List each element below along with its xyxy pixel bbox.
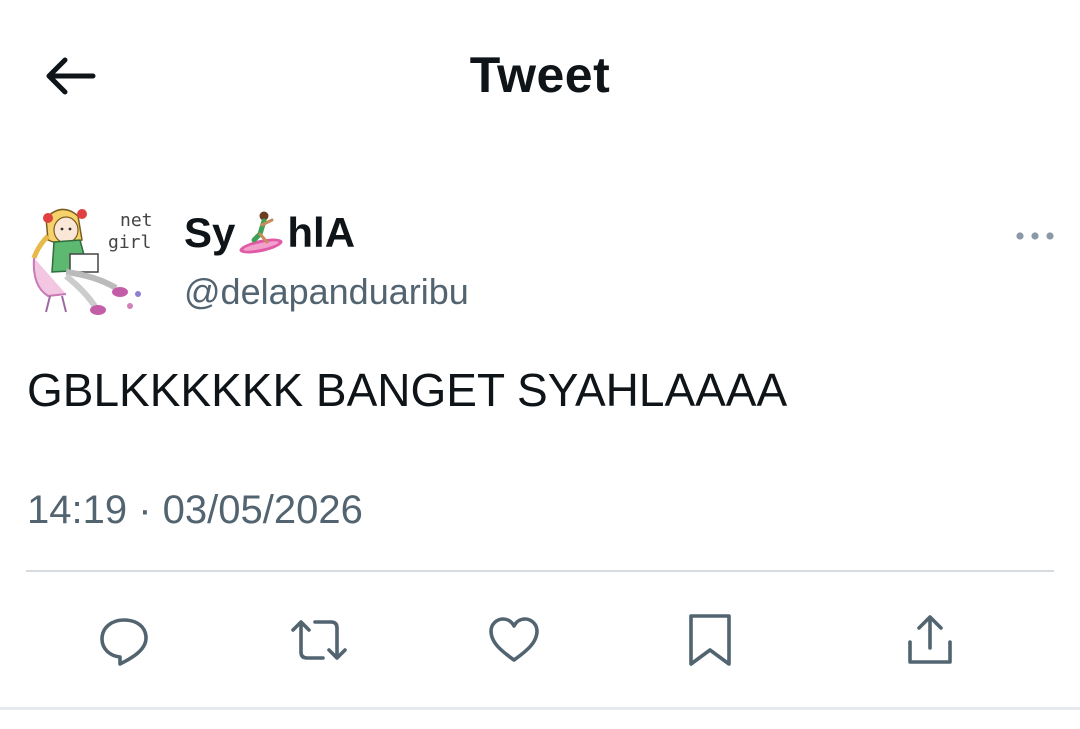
bookmark-icon xyxy=(689,614,731,666)
author-display-name[interactable]: Sy hlA xyxy=(184,208,355,258)
author-handle[interactable]: @delapanduaribu xyxy=(184,270,469,314)
reply-icon xyxy=(100,618,148,666)
divider xyxy=(26,570,1054,572)
svg-text:girl: girl xyxy=(108,232,151,253)
retweet-icon xyxy=(291,620,347,660)
page-title: Tweet xyxy=(469,47,611,103)
retweet-button[interactable] xyxy=(281,602,357,678)
bottom-divider xyxy=(0,707,1080,710)
avatar[interactable]: net girl xyxy=(26,196,156,321)
more-horizontal-icon xyxy=(1016,232,1054,240)
surfer-emoji-icon xyxy=(239,211,283,254)
like-icon xyxy=(489,617,539,662)
more-options-button[interactable] xyxy=(1010,222,1060,250)
share-icon xyxy=(908,615,952,664)
display-name-part-2: hlA xyxy=(287,209,356,256)
tweet-actions-bar xyxy=(0,602,1080,678)
tweet-text: GBLKKKKKK BANGET SYAHLAAAA xyxy=(27,364,788,416)
tweet-timestamp[interactable]: 14:19 · 03/05/2026 xyxy=(27,484,363,536)
avatar-image: net girl xyxy=(31,208,153,315)
reply-button[interactable] xyxy=(86,602,162,678)
top-bar: Tweet xyxy=(0,0,1080,150)
svg-text:net: net xyxy=(120,210,153,231)
share-button[interactable] xyxy=(892,602,968,678)
display-name-part-1: Sy xyxy=(184,209,236,256)
bookmark-button[interactable] xyxy=(672,602,748,678)
like-button[interactable] xyxy=(476,602,552,678)
